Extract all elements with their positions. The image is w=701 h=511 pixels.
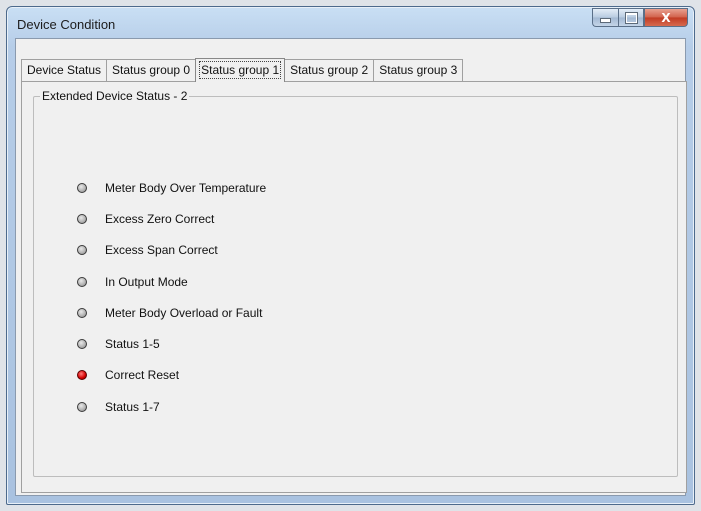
tab-strip: Device Status Status group 0 Status grou… [21,58,464,82]
minimize-icon [600,18,611,23]
extended-status-groupbox: Extended Device Status - 2 Meter Body Ov… [33,89,678,477]
tab-status-group-1[interactable]: Status group 1 [195,58,286,82]
led-indicator-icon [77,370,87,381]
led-indicator-icon [77,245,87,256]
led-indicator-icon [77,276,87,287]
status-label: Meter Body Overload or Fault [105,305,263,320]
groupbox-title: Extended Device Status - 2 [40,89,190,103]
led-indicator-icon [77,401,87,412]
maximize-icon [625,12,637,23]
status-row: Correct Reset [77,360,266,391]
tab-label: Status group 3 [379,63,458,77]
status-label: In Output Mode [105,274,188,289]
status-row: Status 1-5 [77,328,266,359]
minimize-button[interactable] [592,8,618,27]
status-label: Excess Zero Correct [105,211,215,226]
status-label: Status 1-5 [105,337,160,352]
tab-status-group-3[interactable]: Status group 3 [373,59,464,81]
tab-label: Status group 1 [199,61,282,79]
status-row: Meter Body Over Temperature [77,172,266,203]
status-label: Meter Body Over Temperature [105,180,267,195]
led-indicator-icon [77,339,87,350]
title-bar[interactable]: Device Condition X [7,7,694,39]
led-indicator-icon [77,307,87,318]
status-row: Excess Span Correct [77,235,266,266]
tab-device-status[interactable]: Device Status [21,59,108,81]
device-condition-window: Device Condition X Device Status Status … [6,6,695,505]
close-button[interactable]: X [644,8,688,27]
status-row: In Output Mode [77,266,266,297]
tab-label: Status group 2 [290,63,369,77]
tab-status-group-0[interactable]: Status group 0 [106,59,197,81]
tab-label: Device Status [27,63,102,77]
led-indicator-icon [77,182,87,193]
led-indicator-icon [77,213,87,224]
status-row: Excess Zero Correct [77,203,266,234]
tab-label: Status group 0 [112,63,191,77]
tab-status-group-2[interactable]: Status group 2 [284,59,375,81]
close-icon: X [661,10,671,25]
status-row: Status 1-7 [77,391,266,422]
window-controls: X [592,8,688,27]
status-row: Meter Body Overload or Fault [77,297,266,328]
status-label: Correct Reset [105,368,180,383]
status-label: Excess Span Correct [105,243,218,258]
client-area: Device Status Status group 0 Status grou… [15,38,687,496]
status-list: Meter Body Over Temperature Excess Zero … [77,172,266,422]
status-label: Status 1-7 [105,399,160,414]
window-title: Device Condition [17,17,116,32]
maximize-button[interactable] [618,8,644,27]
tab-panel: Extended Device Status - 2 Meter Body Ov… [21,81,687,493]
